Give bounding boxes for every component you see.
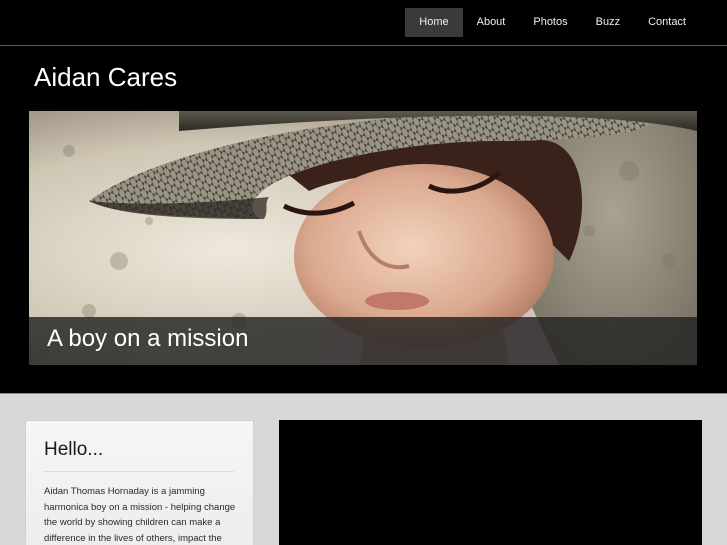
- nav-item-buzz[interactable]: Buzz: [582, 8, 634, 37]
- nav-item-about[interactable]: About: [463, 8, 520, 37]
- page: Home About Photos Buzz Contact Aidan Car…: [0, 0, 727, 545]
- hello-heading: Hello...: [44, 439, 104, 460]
- hello-card: Hello... Aidan Thomas Hornaday is a jamm…: [25, 420, 254, 545]
- hello-divider: [44, 471, 234, 472]
- video-player[interactable]: [279, 420, 702, 545]
- main-nav: Home About Photos Buzz Contact: [405, 8, 700, 37]
- nav-divider: [0, 45, 727, 46]
- hero-banner: A boy on a mission: [29, 111, 697, 365]
- hero-caption: A boy on a mission: [47, 325, 249, 352]
- top-nav-bar: Home About Photos Buzz Contact: [0, 0, 727, 45]
- hello-text: Aidan Thomas Hornaday is a jamming harmo…: [44, 486, 236, 544]
- nav-item-photos[interactable]: Photos: [519, 8, 581, 37]
- site-title[interactable]: Aidan Cares: [34, 60, 177, 94]
- nav-item-home[interactable]: Home: [405, 8, 463, 37]
- nav-item-contact[interactable]: Contact: [634, 8, 700, 37]
